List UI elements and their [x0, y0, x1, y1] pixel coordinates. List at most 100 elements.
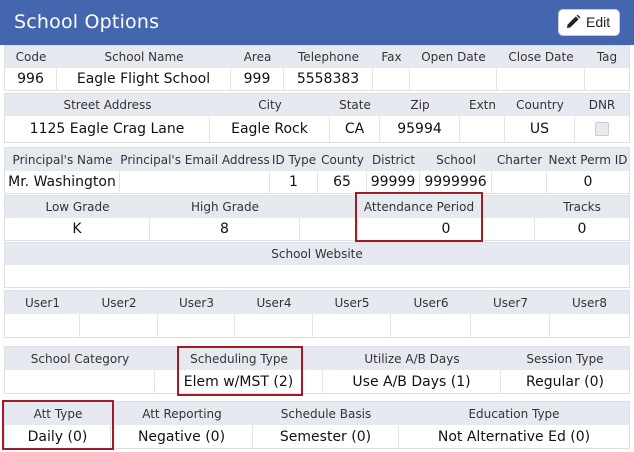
user1-value	[5, 314, 80, 337]
school-info-section: Code School Name Area Telephone Fax Open…	[4, 45, 630, 91]
id-type-value: 1	[270, 171, 318, 193]
att-type-label: Att Type	[33, 406, 83, 421]
att-reporting-value: Negative (0)	[111, 425, 253, 448]
user1-label: User1	[25, 295, 60, 310]
extn-value	[460, 116, 505, 142]
grades-values: K 8 0 0	[5, 218, 629, 240]
low-grade-value: K	[5, 218, 150, 240]
county-value: 65	[318, 171, 367, 193]
dnr-label: DNR	[588, 98, 616, 112]
user6-value	[391, 314, 471, 337]
user5-value	[313, 314, 391, 337]
schedule-basis-value: Semester (0)	[253, 425, 399, 448]
school-name-label: School Name	[104, 50, 184, 64]
user2-label: User2	[101, 295, 137, 310]
district-label: District	[371, 152, 416, 167]
tag-value	[585, 68, 629, 90]
user4-label: User4	[256, 295, 292, 310]
user6-label: User6	[413, 295, 449, 310]
city-value: Eagle Rock	[210, 116, 330, 142]
dnr-checkbox[interactable]	[595, 122, 609, 136]
school-website-label: School Website	[271, 247, 363, 261]
user8-label: User8	[572, 295, 607, 310]
school-info-values: 996 Eagle Flight School 999 5558383	[5, 68, 629, 90]
user7-value	[471, 314, 550, 337]
user5-label: User5	[334, 295, 370, 310]
close-date-label: Close Date	[508, 50, 574, 64]
open-date-label: Open Date	[421, 50, 486, 64]
user3-value	[158, 314, 235, 337]
scheduling-type-value: Elem w/MST (2)	[155, 370, 323, 393]
high-grade-label: High Grade	[191, 200, 259, 214]
tracks-label: Tracks	[563, 200, 601, 214]
high-grade-value: 8	[150, 218, 300, 240]
next-perm-id-value: 0	[583, 174, 593, 190]
session-type-value: Regular (0)	[526, 373, 604, 390]
grades-section: Low Grade High Grade Attendance Period T…	[4, 195, 630, 241]
area-value: 999	[231, 68, 284, 90]
telephone-value: 5558383	[284, 68, 373, 90]
next-perm-id-label: Next Perm ID	[548, 152, 628, 167]
low-grade-label: Low Grade	[45, 200, 110, 214]
tag-label: Tag	[596, 50, 618, 64]
scheduling-values: Elem w/MST (2) Use A/B Days (1) Regular …	[5, 370, 629, 393]
school-category-value	[5, 370, 155, 393]
attendance-period-label: Attendance Period	[363, 200, 475, 214]
utilize-ab-days-label: Utilize A/B Days	[364, 351, 460, 366]
page-header: School Options Edit	[0, 0, 634, 45]
county-label: County	[321, 152, 364, 167]
address-labels: Street Address City State Zip Extn Count…	[5, 94, 629, 116]
tracks-value: 0	[577, 221, 587, 237]
street-address-label: Street Address	[63, 98, 152, 112]
charter-label: Charter	[496, 152, 543, 167]
state-label: State	[339, 98, 371, 112]
attendance-section: Att Type Att Reporting Schedule Basis Ed…	[4, 401, 630, 449]
address-section: Street Address City State Zip Extn Count…	[4, 93, 630, 143]
website-section: School Website	[4, 242, 630, 288]
user7-label: User7	[493, 295, 528, 310]
area-label: Area	[243, 50, 272, 64]
principal-email-label: Principal's Email Address	[120, 152, 270, 167]
user2-value	[80, 314, 158, 337]
user-fields-values	[5, 314, 629, 337]
session-type-label: Session Type	[526, 351, 604, 366]
country-value: US	[505, 116, 575, 142]
school-label: School	[436, 152, 476, 167]
user-fields-section: User1 User2 User3 User4 User5 User6 User…	[4, 290, 630, 338]
school-value: 9999996	[420, 171, 492, 193]
attendance-values: Daily (0) Negative (0) Semester (0) Not …	[5, 425, 629, 448]
attendance-period-value: 0	[358, 218, 535, 240]
user4-value	[235, 314, 313, 337]
street-address-value: 1125 Eagle Crag Lane	[5, 116, 210, 142]
open-date-value	[410, 68, 497, 90]
charter-value	[492, 171, 547, 193]
fax-label: Fax	[381, 50, 402, 64]
principal-labels: Principal's Name Principal's Email Addre…	[5, 148, 629, 171]
principal-section: Principal's Name Principal's Email Addre…	[4, 147, 630, 194]
principal-values: Mr. Washington 1 65 99999 9999996 0	[5, 171, 629, 193]
schedule-basis-label: Schedule Basis	[280, 406, 372, 421]
zip-value: 95994	[380, 116, 460, 142]
school-info-labels: Code School Name Area Telephone Fax Open…	[5, 46, 629, 68]
website-values	[5, 265, 629, 287]
scheduling-type-label: Scheduling Type	[190, 351, 288, 366]
edit-button[interactable]: Edit	[558, 9, 620, 36]
principal-name-value: Mr. Washington	[5, 171, 120, 193]
education-type-label: Education Type	[468, 406, 560, 421]
user-fields-labels: User1 User2 User3 User4 User5 User6 User…	[5, 291, 629, 314]
address-values: 1125 Eagle Crag Lane Eagle Rock CA 95994…	[5, 116, 629, 142]
code-label: Code	[15, 50, 47, 64]
scheduling-section: School Category Scheduling Type Utilize …	[4, 346, 630, 394]
user3-label: User3	[179, 295, 214, 310]
principal-name-label: Principal's Name	[12, 152, 113, 167]
district-value: 99999	[367, 171, 420, 193]
education-type-value: Not Alternative Ed (0)	[437, 428, 591, 445]
zip-label: Zip	[410, 98, 430, 112]
scheduling-labels: School Category Scheduling Type Utilize …	[5, 347, 629, 370]
school-category-label: School Category	[30, 351, 130, 366]
fax-value	[373, 68, 410, 90]
country-label: Country	[516, 98, 564, 112]
att-reporting-label: Att Reporting	[142, 406, 222, 421]
attendance-labels: Att Type Att Reporting Schedule Basis Ed…	[5, 402, 629, 425]
telephone-label: Telephone	[298, 50, 359, 64]
